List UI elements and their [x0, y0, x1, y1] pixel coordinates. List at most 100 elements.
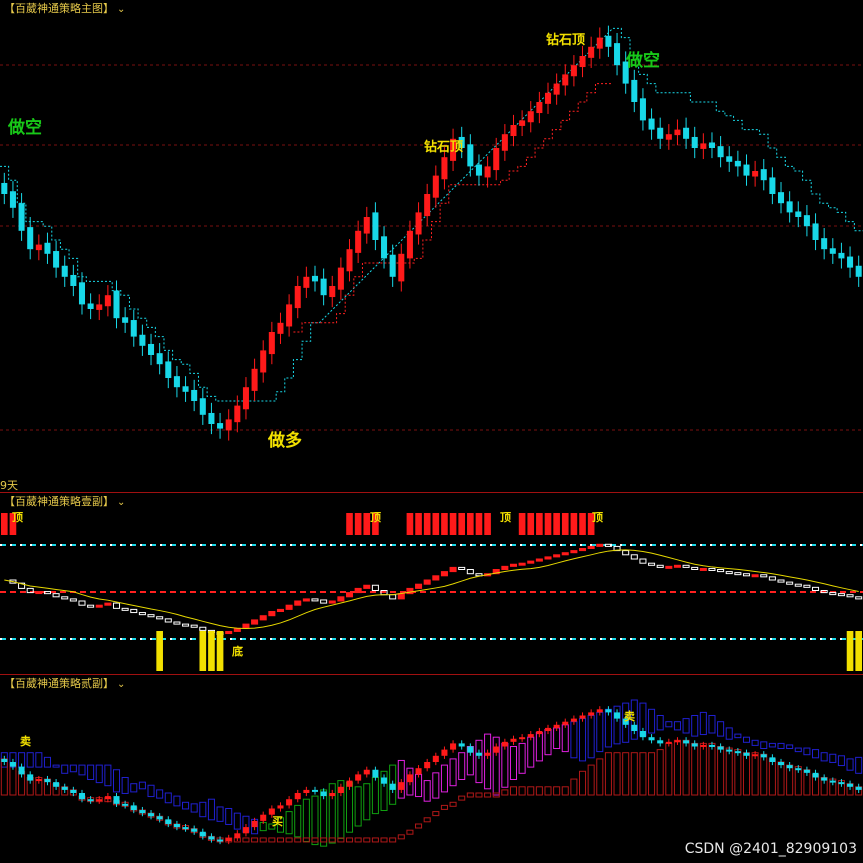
base-band-bar	[699, 742, 707, 796]
trend-band-bar	[363, 783, 371, 821]
oscillator-bar	[786, 581, 794, 585]
candle-body	[588, 46, 595, 58]
candle-body	[113, 290, 120, 319]
oscillator-bar	[423, 579, 431, 585]
main-chart[interactable]	[0, 0, 863, 490]
sub1-chart[interactable]: 顶 顶 顶 顶底	[0, 493, 863, 673]
candle-body	[519, 120, 526, 126]
candle-body	[242, 387, 249, 410]
base-band-bar	[622, 752, 630, 796]
candle-body	[769, 177, 776, 194]
candle-body	[182, 386, 189, 392]
candle-body	[208, 412, 215, 424]
oscillator-bar	[432, 575, 440, 581]
trend-band-bar	[285, 811, 293, 835]
candle-body	[665, 741, 672, 744]
candle-body	[501, 741, 508, 747]
base-band-bar	[544, 786, 552, 796]
oscillator-bar	[320, 599, 328, 604]
top-zone-bar	[570, 513, 578, 535]
candle-body	[217, 839, 224, 842]
candle-body	[683, 740, 690, 744]
oscillator-bar	[138, 612, 146, 616]
oscillator-bar	[570, 550, 578, 554]
candle-body	[242, 827, 249, 834]
candle-body	[294, 286, 301, 309]
candle-body	[78, 793, 86, 800]
oscillator-bar	[535, 558, 543, 562]
trend-band-bar	[104, 764, 112, 787]
candle-body	[648, 737, 655, 741]
candle-body	[855, 265, 862, 277]
top-zone-bar	[406, 513, 414, 535]
candle-body	[225, 837, 232, 842]
trend-band-bar	[233, 812, 241, 830]
trend-band-bar	[138, 781, 146, 790]
candle-body	[381, 236, 388, 259]
trend-band-bar	[742, 736, 751, 743]
oscillator-bar	[544, 556, 552, 560]
trend-band-bar	[708, 715, 716, 734]
base-band-bar	[639, 752, 647, 796]
base-band-bar	[320, 837, 328, 843]
signal-diamond-top-2: 钻石顶	[546, 33, 586, 48]
candle-body	[139, 334, 146, 346]
candle-body	[579, 715, 586, 719]
oscillator-bar	[190, 624, 198, 628]
trend-band-bar	[216, 806, 224, 822]
oscillator-bar	[449, 566, 457, 573]
candle-body	[208, 836, 215, 840]
candle-body	[303, 789, 310, 793]
bottom-zone-bar	[846, 631, 854, 671]
sub2-chart[interactable]: 卖卖买	[0, 675, 863, 863]
candle-body	[795, 768, 802, 771]
bottom-zone-bar	[855, 631, 862, 671]
oscillator-bar	[561, 552, 569, 556]
base-band-bar	[673, 739, 681, 796]
candle-body	[570, 65, 577, 77]
trend-band-bar	[311, 795, 319, 846]
candle-body	[53, 782, 60, 787]
oscillator-bar	[294, 600, 302, 606]
candle-body	[389, 783, 396, 790]
candle-body	[786, 201, 793, 213]
oscillator-bar	[311, 598, 319, 602]
candle-body	[87, 303, 94, 309]
top-zone-bar	[1, 513, 8, 535]
candle-body	[234, 405, 241, 423]
trend-band-bar	[768, 742, 776, 748]
oscillator-bar	[509, 563, 518, 567]
trend-band-bar	[182, 801, 190, 810]
candle-body	[225, 419, 232, 431]
signal-long: 做多	[268, 431, 302, 451]
oscillator-bar	[768, 576, 776, 581]
candle-body	[450, 743, 457, 750]
candle-body	[44, 779, 51, 783]
trend-band-bar	[837, 755, 845, 767]
base-band-bar	[251, 837, 259, 843]
trend-band-bar	[449, 758, 457, 787]
base-band-bar	[587, 764, 595, 796]
candle-body	[717, 146, 724, 158]
oscillator-bar	[742, 573, 751, 577]
trend-band-bar	[812, 749, 820, 759]
oscillator-bar	[648, 562, 656, 566]
trend-band-bar	[78, 764, 86, 776]
candle-body	[631, 724, 638, 731]
sell-marker: 卖	[20, 734, 31, 748]
candle-body	[303, 276, 310, 288]
candle-body	[708, 142, 715, 148]
candle-body	[18, 203, 25, 231]
trend-band-bar	[691, 715, 699, 737]
oscillator-bar	[259, 615, 267, 621]
candle-body	[760, 754, 767, 758]
candle-body	[268, 808, 275, 815]
candle-body	[588, 712, 595, 716]
base-band-bar	[363, 837, 371, 843]
oscillator-bar	[130, 608, 138, 614]
base-band-bar	[682, 739, 690, 796]
candle-body	[329, 286, 336, 298]
signal-short-left: 做空	[8, 118, 42, 138]
base-band-bar	[389, 837, 397, 843]
candle-body	[70, 274, 77, 286]
